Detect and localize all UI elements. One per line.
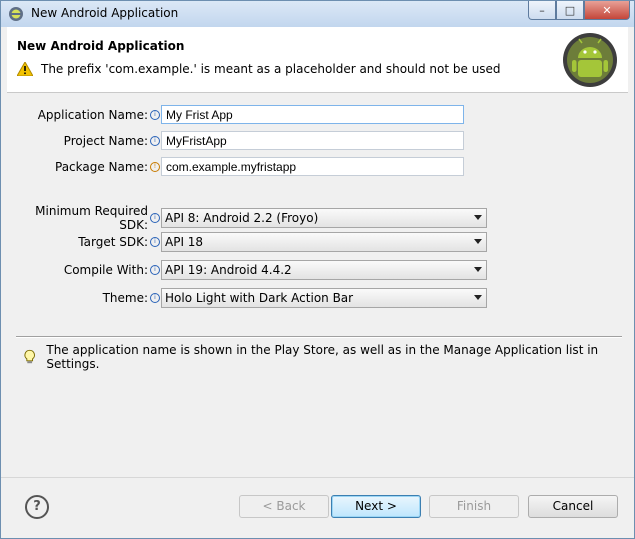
maximize-button[interactable]: □ [556,1,584,20]
page-title: New Android Application [17,39,185,53]
next-button[interactable]: Next > [331,495,421,518]
help-icon[interactable]: ? [25,495,49,519]
project-name-label: Project Name: [63,133,148,148]
button-bar: ? < Back Next > Finish Cancel [1,477,634,538]
dialog-window: New Android Application – □ ✕ New Androi… [0,0,635,539]
close-button[interactable]: ✕ [584,1,630,20]
application-name-row: Application Name: i [7,105,464,124]
theme-value: Holo Light with Dark Action Bar [165,291,354,305]
cancel-button[interactable]: Cancel [528,495,618,518]
info-icon: i [150,265,160,275]
window-controls: – □ ✕ [528,1,630,21]
title-bar[interactable]: New Android Application – □ ✕ [1,1,634,27]
android-logo [563,33,617,87]
warning-icon [17,62,33,76]
chevron-down-icon [474,239,482,244]
window-title: New Android Application [31,6,179,20]
minimize-button[interactable]: – [528,1,556,20]
separator [16,336,622,338]
maximize-icon: □ [564,3,576,17]
chevron-down-icon [474,295,482,300]
wizard-body: Application Name: i Project Name: i Pack… [7,93,628,478]
compile-with-dropdown[interactable]: API 19: Android 4.4.2 [161,260,487,280]
close-icon: ✕ [602,3,612,17]
info-icon: i [150,109,160,120]
lightbulb-icon [24,349,35,364]
min-sdk-value: API 8: Android 2.2 (Froyo) [165,211,319,225]
package-name-input[interactable] [161,157,464,176]
chevron-down-icon [474,215,482,220]
package-name-row: Package Name: ! [7,157,464,176]
target-sdk-row: Target SDK: i API 18 [7,232,487,252]
target-sdk-label: Target SDK: [78,235,148,249]
warning-message: The prefix 'com.example.' is meant as a … [17,62,501,76]
info-icon: i [150,293,160,303]
min-sdk-row: Minimum Required SDK: i API 8: Android 2… [7,204,487,232]
hint-text: The application name is shown in the Pla… [46,343,599,371]
hint-message: The application name is shown in the Pla… [23,343,628,371]
info-icon: i [150,135,160,146]
min-sdk-label: Minimum Required SDK: [35,204,148,232]
warning-text: The prefix 'com.example.' is meant as a … [41,62,501,76]
wizard-header: New Android Application The prefix 'com.… [7,27,628,93]
project-name-row: Project Name: i [7,131,464,150]
target-sdk-dropdown[interactable]: API 18 [161,232,487,252]
project-name-input[interactable] [161,131,464,150]
theme-label: Theme: [102,291,148,305]
eclipse-app-icon [9,7,23,21]
theme-dropdown[interactable]: Holo Light with Dark Action Bar [161,288,487,308]
compile-with-row: Compile With: i API 19: Android 4.4.2 [7,260,487,280]
application-name-input[interactable] [161,105,464,124]
finish-button[interactable]: Finish [429,495,519,518]
theme-row: Theme: i Holo Light with Dark Action Bar [7,288,487,308]
compile-with-label: Compile With: [63,263,148,277]
package-name-label: Package Name: [55,159,148,174]
compile-with-value: API 19: Android 4.4.2 [165,263,292,277]
min-sdk-dropdown[interactable]: API 8: Android 2.2 (Froyo) [161,208,487,228]
info-icon: i [150,213,160,223]
chevron-down-icon [474,267,482,272]
warning-small-icon: ! [150,161,160,172]
target-sdk-value: API 18 [165,235,204,249]
application-name-label: Application Name: [37,107,148,122]
info-icon: i [150,237,160,247]
minimize-icon: – [539,3,545,17]
back-button[interactable]: < Back [239,495,329,518]
